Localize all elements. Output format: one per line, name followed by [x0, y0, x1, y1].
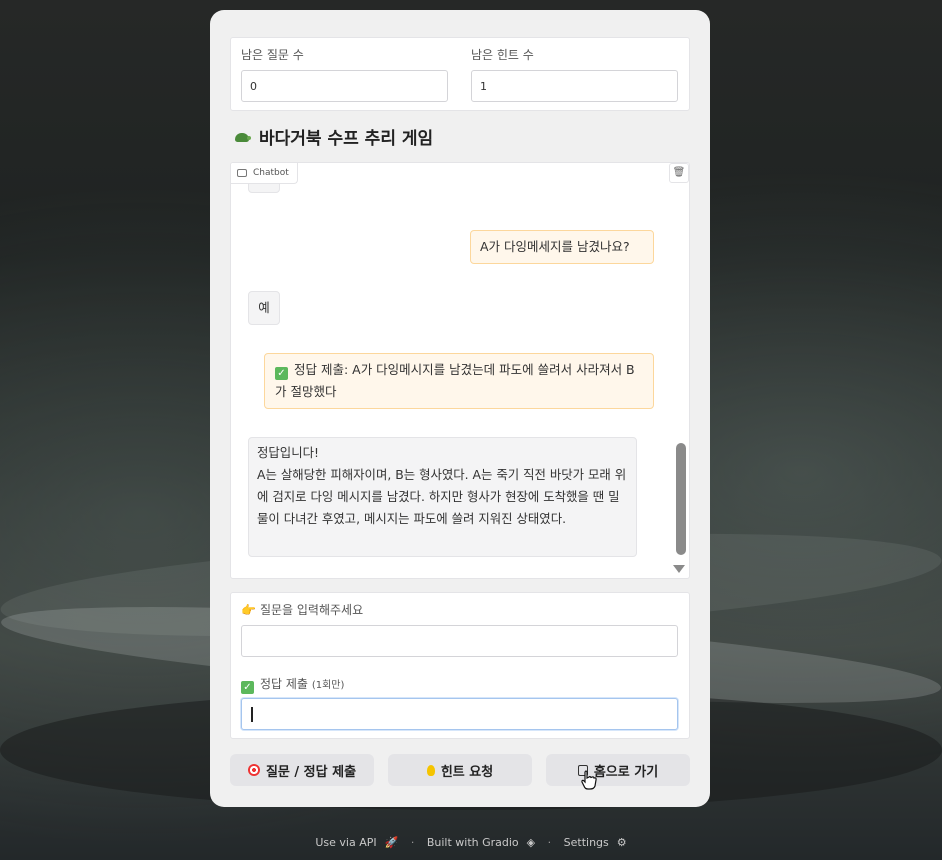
- footer-separator: ·: [547, 836, 552, 849]
- message-text: A가 다잉메세지를 남겼나요?: [480, 239, 630, 254]
- counts-panel: 남은 질문 수 0 남은 힌트 수 1: [230, 37, 690, 111]
- answer-input[interactable]: [241, 698, 678, 730]
- gradio-logo-icon: ◈: [526, 836, 536, 849]
- built-with-gradio-link[interactable]: Built with Gradio: [427, 836, 519, 849]
- footer: Use via API 🚀 · Built with Gradio ◈ · Sett…: [0, 836, 942, 849]
- text-caret: [251, 707, 253, 722]
- answer-input-label: ✓ 정답 제출 (1회만): [241, 675, 344, 694]
- answer-input-label-suffix: (1회만): [311, 680, 345, 691]
- chat-message-bot: 예: [248, 291, 280, 325]
- question-input-label-text: 질문을 입력해주세요: [259, 603, 364, 617]
- check-mark-icon: ✓: [241, 681, 254, 694]
- message-text: 예: [258, 300, 270, 315]
- answer-input-label-text: 정답 제출: [260, 677, 308, 691]
- hand-cursor-icon: [581, 770, 597, 790]
- footer-separator: ·: [410, 836, 415, 849]
- chat-bubble-icon: [237, 169, 247, 177]
- turtle-icon: [234, 131, 251, 143]
- home-button[interactable]: 홈으로 가기: [546, 754, 690, 786]
- hint-button-label: 힌트 요청: [440, 764, 494, 780]
- check-mark-icon: ✓: [275, 367, 288, 380]
- message-text: 정답 제출: A가 다잉메시지를 남겼는데 파도에 쓸려서 사라져서 B가 절망…: [275, 362, 635, 399]
- pointing-hand-icon: 👉: [241, 603, 256, 617]
- chatbot-label: Chatbot: [231, 163, 298, 184]
- page-title-text: 바다거북 수프 추리 게임: [259, 129, 434, 149]
- scroll-down-arrow-icon[interactable]: [673, 565, 685, 573]
- question-input[interactable]: [241, 625, 678, 657]
- chatbot[interactable]: Chatbot 🗑 예 A가 다잉메세지를 남겼나요? 예 ✓정답 제출: A가…: [230, 162, 690, 579]
- chat-message-bot: 정답입니다! A는 살해당한 피해자이며, B는 형사였다. A는 죽기 직전 …: [248, 437, 637, 557]
- message-text: 정답입니다! A는 살해당한 피해자이며, B는 형사였다. A는 죽기 직전 …: [257, 445, 627, 526]
- chat-message-user: A가 다잉메세지를 남겼나요?: [470, 230, 654, 264]
- chat-scrollbar[interactable]: [676, 443, 686, 555]
- questions-left-label: 남은 질문 수: [241, 48, 304, 62]
- question-input-label: 👉 질문을 입력해주세요: [241, 601, 363, 618]
- input-panel: 👉 질문을 입력해주세요 ✓ 정답 제출 (1회만): [230, 592, 690, 739]
- app-card: 남은 질문 수 0 남은 힌트 수 1 바다거북 수프 추리 게임 Chatbo…: [210, 10, 710, 807]
- submit-button-label: 질문 / 정답 제출: [265, 764, 357, 780]
- hints-left-field[interactable]: 1: [471, 70, 678, 102]
- hints-left-label: 남은 힌트 수: [471, 48, 534, 62]
- clear-chat-trash-icon[interactable]: 🗑: [669, 163, 689, 183]
- hint-button[interactable]: 힌트 요청: [388, 754, 532, 786]
- questions-left-field[interactable]: 0: [241, 70, 448, 102]
- use-via-api-link[interactable]: Use via API: [315, 836, 376, 849]
- target-icon: [247, 764, 260, 776]
- rocket-icon: 🚀: [384, 836, 399, 849]
- settings-link[interactable]: Settings: [564, 836, 609, 849]
- chat-message-user: ✓ 정답 제출: A가 다잉메시지를 남겼는데 파도에 쓸려서 사라져서 B가 절…: [264, 353, 654, 409]
- gear-icon: ⚙: [616, 836, 627, 849]
- lightbulb-icon: [426, 764, 435, 776]
- submit-button[interactable]: 질문 / 정답 제출: [230, 754, 374, 786]
- home-button-label: 홈으로 가기: [593, 764, 659, 780]
- chatbot-label-text: Chatbot: [253, 168, 289, 178]
- page-title: 바다거북 수프 추리 게임: [234, 124, 433, 149]
